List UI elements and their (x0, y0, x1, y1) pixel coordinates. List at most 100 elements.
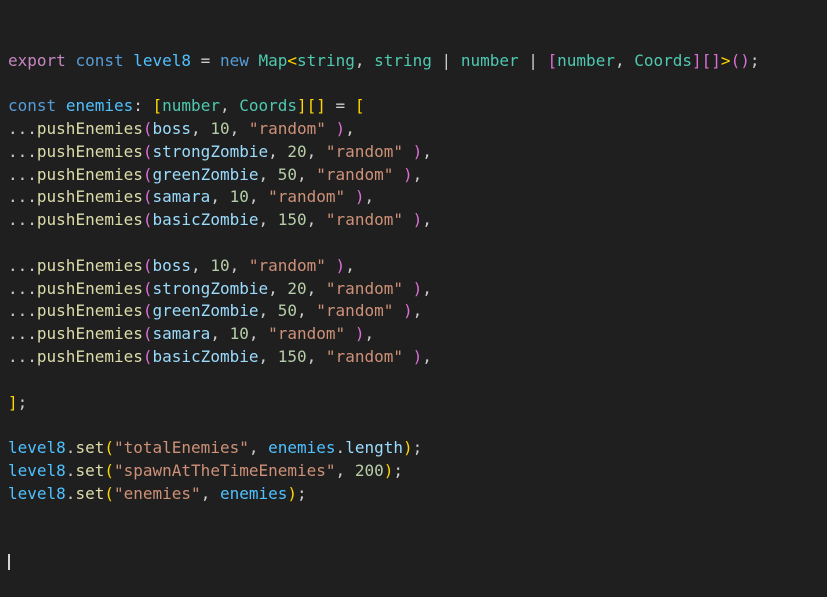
punctuation-token: . (335, 438, 346, 458)
code-line[interactable] (8, 232, 827, 255)
string-token: "random" (316, 164, 394, 184)
punctuation-token: ... (8, 141, 37, 161)
bracket-token: ] (297, 96, 307, 116)
text-cursor (8, 554, 10, 571)
string-token: "random" (268, 187, 346, 207)
punctuation-token: . (65, 483, 76, 503)
bracket-token: ) (402, 164, 413, 184)
punctuation-token: , (268, 141, 288, 161)
code-line[interactable]: ...pushEnemies(samara, 10, "random" ), (8, 186, 827, 209)
code-line[interactable]: ]; (8, 392, 827, 415)
code-line[interactable]: ...pushEnemies(strongZombie, 20, "random… (8, 141, 827, 164)
punctuation-token: , (258, 164, 278, 184)
code-line[interactable]: ...pushEnemies(boss, 10, "random" ), (8, 255, 827, 278)
punctuation-token: , (210, 324, 230, 344)
punctuation-token: , (210, 187, 230, 207)
code-line[interactable]: ...pushEnemies(strongZombie, 20, "random… (8, 278, 827, 301)
punctuation-token: ... (8, 210, 37, 230)
punctuation-token: ; (412, 438, 423, 458)
code-line[interactable]: const enemies: [number, Coords][] = [ (8, 95, 827, 118)
identifier-token: greenZombie (152, 301, 259, 321)
punctuation-token: , (306, 210, 326, 230)
punctuation-token: , (248, 438, 269, 458)
bracket-token: ( (104, 460, 114, 480)
code-editor[interactable]: export const level8 = new Map<string, st… (0, 0, 827, 571)
function-token: set (75, 483, 105, 503)
punctuation-token: , (306, 278, 326, 298)
identifier-token: strongZombie (152, 141, 269, 161)
bracket-token: ) (412, 346, 423, 366)
punctuation-token: , (412, 301, 423, 321)
function-token: pushEnemies (36, 324, 143, 344)
type-token: Map (258, 50, 288, 70)
punctuation-token: ; (749, 50, 760, 70)
punctuation-token: , (422, 210, 432, 230)
code-line[interactable]: level8.set("spawnAtTheTimeEnemies", 200)… (8, 460, 827, 483)
bracket-token: ( (142, 324, 153, 344)
code-lines: export const level8 = new Map<string, st… (8, 50, 827, 506)
code-line[interactable]: ...pushEnemies(samara, 10, "random" ), (8, 323, 827, 346)
punctuation-token: , (248, 187, 269, 207)
punctuation-token (124, 51, 134, 70)
string-token: "random" (325, 278, 403, 298)
variable-token: level8 (8, 460, 66, 480)
identifier-token: samara (152, 324, 211, 344)
function-token: pushEnemies (36, 255, 143, 275)
code-line[interactable]: level8.set("totalEnemies", enemies.lengt… (8, 437, 827, 460)
variable-token: enemies (219, 483, 288, 503)
code-line[interactable] (8, 72, 827, 95)
punctuation-token: | (431, 50, 461, 70)
string-token: "random" (316, 301, 394, 321)
punctuation-token: , (422, 346, 432, 366)
bracket-token: ( (142, 210, 153, 230)
string-token: "enemies" (113, 483, 201, 503)
punctuation-token: , (364, 187, 375, 207)
string-token: "random" (268, 324, 346, 344)
number-token: 10 (210, 255, 230, 275)
code-line[interactable]: ...pushEnemies(greenZombie, 50, "random"… (8, 164, 827, 187)
bracket-token: ) (402, 438, 413, 458)
cursor-line[interactable] (8, 551, 827, 574)
declaration-token: new (219, 50, 249, 70)
bracket-token: ( (142, 301, 153, 321)
variable-token: enemies (65, 96, 134, 116)
punctuation-token: ... (8, 164, 37, 184)
code-line[interactable]: ...pushEnemies(basicZombie, 150, "random… (8, 346, 827, 369)
bracket-token: ( (104, 483, 114, 503)
punctuation-token: | (518, 50, 548, 70)
type-token: number (162, 96, 220, 116)
function-token: pushEnemies (36, 187, 143, 207)
punctuation-token (403, 142, 413, 161)
bracket-token: [] (306, 96, 326, 116)
punctuation-token: ... (8, 301, 37, 321)
type-token: string (297, 50, 355, 70)
code-line[interactable]: ...pushEnemies(boss, 10, "random" ), (8, 118, 827, 141)
punctuation-token: ; (297, 483, 307, 503)
type-token: Coords (634, 50, 693, 70)
punctuation-token (249, 51, 259, 70)
bracket-token: ) (354, 324, 365, 344)
keyword-token: export (8, 50, 66, 70)
type-token: string (374, 50, 432, 70)
code-line[interactable]: ...pushEnemies(basicZombie, 150, "random… (8, 209, 827, 232)
variable-token: level8 (8, 438, 66, 458)
punctuation-token: , (364, 324, 375, 344)
code-line[interactable] (8, 369, 827, 392)
bracket-token: ( (142, 278, 153, 298)
punctuation-token: ; (17, 392, 28, 412)
code-line[interactable]: level8.set("enemies", enemies); (8, 483, 827, 506)
number-token: 50 (277, 164, 298, 184)
code-line[interactable]: ...pushEnemies(greenZombie, 50, "random"… (8, 300, 827, 323)
bracket-token: [ (152, 96, 163, 116)
number-token: 150 (277, 210, 307, 230)
code-line[interactable]: export const level8 = new Map<string, st… (8, 50, 827, 73)
punctuation-token: , (248, 324, 269, 344)
identifier-token: samara (152, 187, 211, 207)
identifier-token: strongZombie (152, 278, 269, 298)
punctuation-token: : (133, 96, 153, 116)
punctuation-token: , (345, 255, 355, 275)
punctuation-token: ; (393, 460, 403, 480)
punctuation-token (403, 210, 413, 229)
bracket-token: ] (692, 50, 702, 70)
code-line[interactable] (8, 414, 827, 437)
